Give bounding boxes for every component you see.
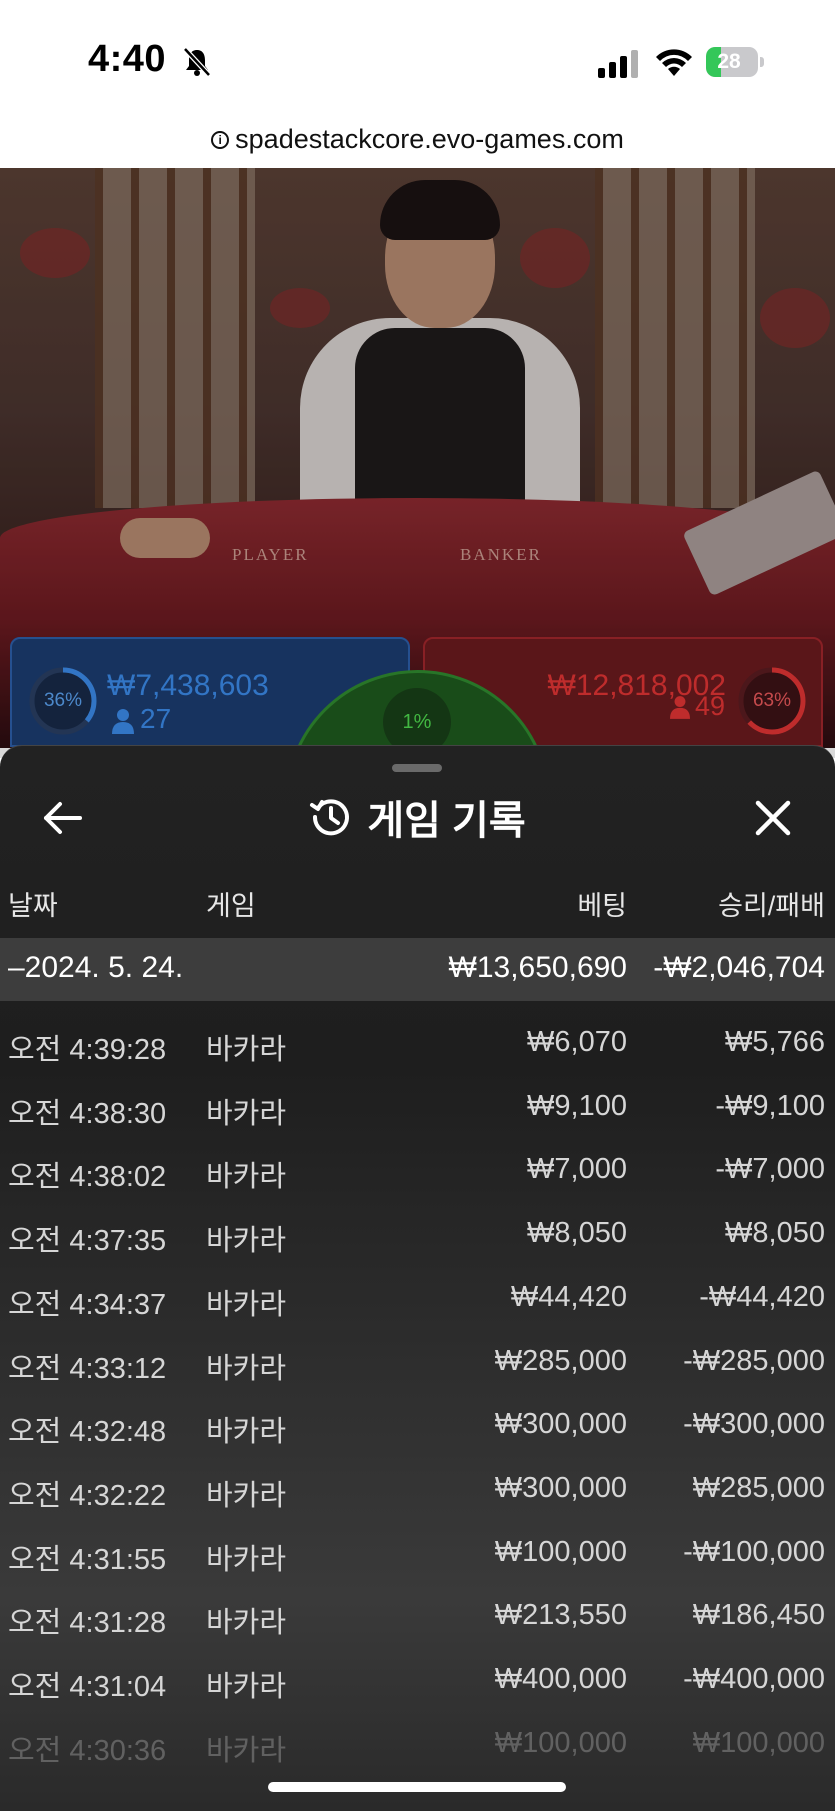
row-result: -₩300,000 bbox=[683, 1408, 825, 1441]
row-bet: ₩213,550 bbox=[494, 1599, 627, 1632]
column-header-bet: 베팅 bbox=[577, 891, 627, 921]
row-result: -₩100,000 bbox=[683, 1535, 825, 1568]
row-game: 바카라 bbox=[206, 1161, 287, 1194]
row-time: 오전 4:31:55 bbox=[8, 1543, 167, 1576]
row-time: 오전 4:38:02 bbox=[8, 1161, 167, 1194]
row-result: ₩285,000 bbox=[692, 1471, 825, 1504]
history-row[interactable]: 오전 4:37:35 바카라 ₩8,050 ₩8,050 bbox=[0, 1203, 835, 1267]
row-time: 오전 4:33:12 bbox=[8, 1352, 167, 1385]
wifi-icon bbox=[656, 49, 692, 76]
row-game: 바카라 bbox=[206, 1479, 287, 1512]
close-icon[interactable] bbox=[748, 793, 798, 843]
row-time: 오전 4:31:28 bbox=[8, 1607, 167, 1640]
row-game: 바카라 bbox=[206, 1352, 287, 1385]
row-game: 바카라 bbox=[206, 1225, 287, 1258]
row-time: 오전 4:30:36 bbox=[8, 1734, 167, 1767]
overlay-dim bbox=[0, 168, 835, 758]
row-bet: ₩285,000 bbox=[494, 1344, 627, 1377]
history-row[interactable]: 오전 4:39:28 바카라 ₩6,070 ₩5,766 bbox=[0, 1012, 835, 1076]
game-history-sheet: 게임 기록 날짜 게임 베팅 승리/패배 –2024. 5. 24. ₩13,6… bbox=[0, 745, 835, 1811]
history-row[interactable]: 오전 4:38:02 바카라 ₩7,000 -₩7,000 bbox=[0, 1139, 835, 1203]
history-row[interactable]: 오전 4:32:48 바카라 ₩300,000 -₩300,000 bbox=[0, 1394, 835, 1458]
status-bar: 4:40 28 bbox=[0, 0, 835, 122]
column-header-game: 게임 bbox=[206, 891, 256, 921]
home-indicator[interactable] bbox=[268, 1782, 566, 1792]
row-result: ₩100,000 bbox=[692, 1726, 825, 1759]
row-result: ₩8,050 bbox=[725, 1217, 825, 1250]
row-bet: ₩300,000 bbox=[494, 1471, 627, 1504]
row-bet: ₩300,000 bbox=[494, 1408, 627, 1441]
history-row[interactable]: 오전 4:38:30 바카라 ₩9,100 -₩9,100 bbox=[0, 1076, 835, 1140]
sheet-title: 게임 기록 bbox=[367, 799, 526, 843]
history-row[interactable]: 오전 4:33:12 바카라 ₩285,000 -₩285,000 bbox=[0, 1331, 835, 1395]
date-group-result-total: -₩2,046,704 bbox=[653, 951, 825, 984]
row-bet: ₩9,100 bbox=[527, 1089, 627, 1122]
date-group-header[interactable]: –2024. 5. 24. ₩13,650,690 -₩2,046,704 bbox=[0, 938, 835, 1001]
row-time: 오전 4:39:28 bbox=[8, 1034, 167, 1066]
row-time: 오전 4:34:37 bbox=[8, 1288, 167, 1321]
column-header-date: 날짜 bbox=[8, 891, 58, 921]
row-bet: ₩400,000 bbox=[494, 1663, 627, 1695]
row-game: 바카라 bbox=[206, 1288, 287, 1321]
row-game: 바카라 bbox=[206, 1607, 287, 1640]
row-time: 오전 4:32:48 bbox=[8, 1416, 167, 1449]
history-row[interactable]: 오전 4:32:22 바카라 ₩300,000 ₩285,000 bbox=[0, 1458, 835, 1522]
row-bet: ₩7,000 bbox=[527, 1153, 627, 1186]
row-bet: ₩100,000 bbox=[494, 1726, 627, 1759]
row-bet: ₩44,420 bbox=[510, 1280, 627, 1313]
row-time: 오전 4:37:35 bbox=[8, 1225, 167, 1258]
row-bet: ₩100,000 bbox=[494, 1535, 627, 1568]
history-row[interactable]: 오전 4:34:37 바카라 ₩44,420 -₩44,420 bbox=[0, 1267, 835, 1331]
url-bar[interactable]: i spadestackcore.evo-games.com bbox=[0, 122, 835, 168]
row-result: -₩7,000 bbox=[715, 1153, 825, 1186]
history-icon bbox=[310, 799, 350, 836]
row-game: 바카라 bbox=[206, 1671, 287, 1703]
row-game: 바카라 bbox=[206, 1034, 287, 1066]
row-game: 바카라 bbox=[206, 1543, 287, 1576]
row-result: -₩285,000 bbox=[683, 1344, 825, 1377]
info-icon[interactable]: i bbox=[211, 130, 230, 149]
row-bet: ₩6,070 bbox=[527, 1026, 627, 1058]
url-text[interactable]: spadestackcore.evo-games.com bbox=[235, 124, 624, 155]
row-time: 오전 4:32:22 bbox=[8, 1479, 167, 1512]
date-group-bet-total: ₩13,650,690 bbox=[448, 951, 627, 984]
status-time: 4:40 bbox=[88, 38, 167, 80]
row-result: -₩9,100 bbox=[715, 1089, 825, 1122]
history-row[interactable]: 오전 4:31:04 바카라 ₩400,000 -₩400,000 bbox=[0, 1649, 835, 1713]
row-game: 바카라 bbox=[206, 1097, 287, 1130]
row-time: 오전 4:31:04 bbox=[8, 1671, 167, 1703]
sheet-title-container: 게임 기록 bbox=[0, 788, 835, 846]
sheet-grabber[interactable] bbox=[392, 764, 442, 772]
row-game: 바카라 bbox=[206, 1734, 287, 1767]
date-group-date: –2024. 5. 24. bbox=[8, 951, 184, 984]
bell-slash-icon bbox=[183, 47, 211, 77]
battery-percent: 28 bbox=[717, 50, 741, 73]
row-result: -₩44,420 bbox=[699, 1280, 825, 1313]
row-result: ₩186,450 bbox=[692, 1599, 825, 1632]
row-game: 바카라 bbox=[206, 1416, 287, 1449]
history-row[interactable]: 오전 4:31:55 바카라 ₩100,000 -₩100,000 bbox=[0, 1522, 835, 1586]
column-header-result: 승리/패배 bbox=[718, 891, 825, 921]
row-bet: ₩8,050 bbox=[527, 1217, 627, 1250]
row-result: ₩5,766 bbox=[725, 1026, 825, 1058]
battery-charging-icon: 28 bbox=[706, 47, 764, 77]
history-row[interactable]: 오전 4:30:36 바카라 ₩100,000 ₩100,000 bbox=[0, 1713, 835, 1777]
row-time: 오전 4:38:30 bbox=[8, 1097, 167, 1130]
history-row[interactable]: 오전 4:31:28 바카라 ₩213,550 ₩186,450 bbox=[0, 1585, 835, 1649]
row-result: -₩400,000 bbox=[683, 1663, 825, 1695]
cellular-signal-icon bbox=[598, 50, 638, 78]
